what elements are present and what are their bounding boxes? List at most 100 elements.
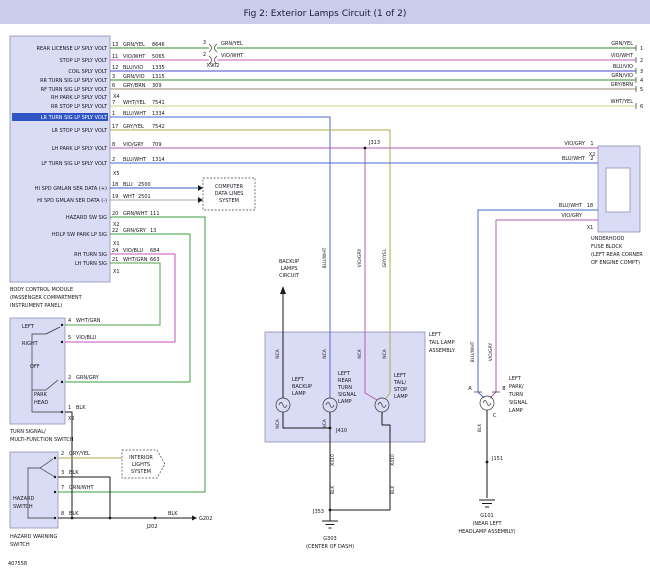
tail-assembly-name: ASSEMBLY [429, 348, 456, 354]
front-lamp-name: TURN [508, 392, 523, 398]
circuit-number: 111 [150, 211, 160, 217]
junction-dot [109, 517, 112, 520]
wire-color: WHT/GRN [76, 318, 101, 324]
bcm-row-label: HI SPD GMLAN SER DATA (+) [35, 186, 107, 192]
bcm-name: (PASSENGER COMPARTMENT [10, 295, 83, 301]
wire-color: BLU/WHT [123, 157, 147, 163]
right-edge-pins: GRN/YEL1 VIO/WHT2 BLU/VIO3 GRN/VIO4 GRY/… [611, 41, 644, 110]
backup-lamp-label: BACKUP [292, 384, 312, 390]
wire-color: WHT [123, 194, 136, 200]
pin-number: 1 [68, 405, 71, 411]
inline-pin: 2 [203, 52, 206, 58]
hazard-switch-block [10, 452, 58, 528]
pin-number: 3 [640, 69, 643, 75]
wire-color: GRN/VIO [123, 74, 145, 80]
bcm-row-label: LH TURN SIG [75, 261, 107, 267]
ground-label-g101: G101 [480, 513, 493, 519]
fuse-block-name: FUSE BLOCK [591, 244, 623, 250]
ground-location: (NEAR LEFT [472, 521, 502, 527]
turn-lamp-label: SIGNAL [338, 392, 357, 398]
junction-label-j151: J151 [491, 456, 503, 462]
wire-color: BLU/WHT [562, 156, 586, 162]
junction-label-j410: J410 [335, 428, 347, 434]
fuse-block-name: (LEFT REAR CORNER [591, 252, 643, 258]
wire-hazard-pin3-ground [58, 477, 110, 518]
computer-box-label: DATA LINES [215, 191, 244, 197]
hazard-switch-name: HAZARD WARNING [10, 534, 57, 540]
pin-tag-nca: NCA [322, 348, 328, 359]
wire-color: GRY/YEL [69, 451, 90, 457]
pin-tag-nca: NCA [322, 418, 328, 429]
connector-tag-x410: X410 [330, 454, 336, 466]
front-lamp-name: PARK/ [509, 384, 524, 390]
stop-lamp-label: LAMP [394, 394, 408, 400]
circuit-number: 2501 [138, 194, 151, 200]
wire-color: WHT/GRN [123, 257, 148, 263]
pin-number: 5 [68, 335, 71, 341]
switch-position: OFF [30, 364, 40, 370]
wire-tag-gry-yel: GRY/YEL [382, 248, 388, 267]
fuse-block-name: OF ENGINE COMPT) [591, 260, 640, 266]
circuit-number: 7541 [152, 100, 165, 106]
wire-color: BLU/WHT [559, 203, 583, 209]
bcm-row-label: RH TURN SIG [74, 252, 107, 258]
pin-number: 3 [112, 74, 115, 80]
switch-position: LEFT [22, 324, 35, 330]
contact-dot [54, 457, 56, 459]
pin-number: 21 [112, 257, 118, 263]
bcm-row-label: HDLP SW PARK LP SIG [52, 232, 107, 238]
junction-label-j202: J202 [145, 524, 157, 530]
fuse-block-name: UNDERHOOD [591, 236, 625, 242]
circuit-number: 1334 [152, 111, 165, 117]
connector-tag-x410: X410 [390, 454, 396, 466]
pin-number: 2 [61, 451, 64, 457]
hazard-switch-name: SWITCH [10, 542, 30, 548]
bcm-row-label: RR TURN SIG LP SPLY VOLT [40, 78, 108, 84]
wire-tag-vio-gry: VIO/GRY [357, 248, 363, 267]
wire-tail-ground-right [330, 442, 390, 510]
wire-color: GRN/GRY [123, 228, 147, 234]
bcm-row-label: LR STOP LP SPLY VOLT [52, 128, 108, 134]
wire-color: BLK [76, 405, 86, 411]
tail-assembly-name: LEFT [429, 332, 442, 338]
backup-circuit-label: LAMPS [281, 266, 298, 272]
inline-pin: 3 [203, 40, 206, 46]
bcm-connector-x5: X5 [113, 171, 120, 177]
arrowhead [198, 185, 203, 191]
pin-tag-nca: NCA [382, 348, 388, 359]
connector-break-mark [215, 44, 218, 52]
bcm-row-label: STOP LP SPLY VOLT [59, 58, 107, 64]
circuit-number: 684 [150, 248, 160, 254]
backup-circuit-label: CIRCUIT [279, 273, 300, 279]
front-lamp-name: LEFT [509, 376, 522, 382]
pin-tag-nca: NCA [275, 348, 281, 359]
wire-color: VIO/BLU [123, 248, 143, 254]
lamp-filament [483, 401, 491, 406]
wire-tag-vio-gry: VIO/GRY [488, 342, 494, 361]
pin-number: 24 [112, 248, 118, 254]
bcm-pin-annotations: 13GRN/YEL8646 11VIO/WHT5065 12BLU/VIO133… [112, 42, 165, 275]
backup-lamp-label: LAMP [292, 391, 306, 397]
bcm-row-label-highlighted: LR TURN SIG LP SPLY VOLT [41, 115, 108, 121]
pin-letter-b: B [502, 386, 506, 392]
stop-lamp-label: LEFT [394, 373, 407, 379]
front-park-turn-lamp: BLU/WHT VIO/GRY A B C BLK J151 LEFT PARK… [468, 341, 527, 463]
wire-color: BLU/WHT [123, 111, 147, 117]
wiring-diagram: Fig 2: Exterior Lamps Circuit (1 of 2) [0, 0, 650, 576]
pin-number: 6 [640, 104, 643, 110]
pin-number: 11 [112, 54, 118, 60]
circuit-number: 5065 [152, 54, 165, 60]
pin-letter-a: A [468, 386, 472, 392]
circuit-number: 1315 [152, 74, 165, 80]
turn-lamp-label: LAMP [338, 399, 352, 405]
turn-lamp-label: LEFT [338, 371, 351, 377]
bcm-connector-x1: X1 [113, 269, 120, 275]
wire-tag-blk: BLK [390, 485, 396, 495]
ground-arrowhead [192, 516, 197, 521]
wire-color: WHT/YEL [611, 99, 634, 105]
computer-box-label: SYSTEM [219, 198, 239, 204]
interior-box-label: LIGHTS [132, 462, 150, 468]
wire-color: VIO/GRY [561, 213, 583, 219]
bcm-name: BODY CONTROL MODULE [10, 287, 73, 293]
pin-number: 12 [112, 65, 118, 71]
